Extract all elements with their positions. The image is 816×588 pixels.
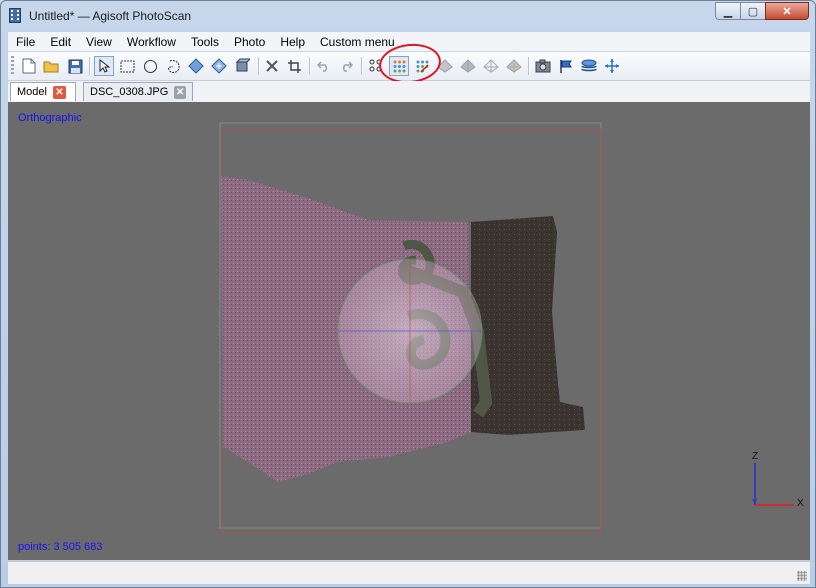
point-cloud-render [219,122,794,534]
new-icon[interactable] [19,56,39,76]
show-cameras-icon[interactable] [533,56,553,76]
toolbar-grip[interactable] [11,56,14,76]
menu-tools[interactable]: Tools [183,35,226,49]
tab-bar: Model ✕ DSC_0308.JPG ✕ [8,81,810,102]
menu-edit[interactable]: Edit [42,35,78,49]
model-viewport[interactable]: Orthographic Z Y X points: 3 505 683 [8,102,810,560]
navigation-icon[interactable] [94,56,114,76]
tab-label: Model [17,86,47,98]
axis-y-label: Y [752,498,758,507]
toolbar-separator [309,57,311,75]
tab-photo[interactable]: DSC_0308.JPG ✕ [83,82,193,101]
toolbar-separator [528,57,530,75]
app-icon [9,8,21,23]
textured-icon[interactable] [504,56,524,76]
menu-file[interactable]: File [8,35,42,49]
axis-x-label: X [797,498,804,509]
solid-icon[interactable] [458,56,478,76]
wireframe-icon[interactable] [481,56,501,76]
reset-view-icon[interactable] [602,56,622,76]
close-button[interactable]: ✕ [765,2,809,20]
move-region-icon[interactable] [209,56,229,76]
undo-icon[interactable] [314,56,334,76]
status-bar [8,561,810,584]
menu-workflow[interactable]: Workflow [119,35,183,49]
free-form-selection-icon[interactable] [163,56,183,76]
crop-selection-icon[interactable] [284,56,304,76]
projection-label: Orthographic [18,112,82,124]
window-title: Untitled* — Agisoft PhotoScan [29,9,192,23]
open-icon[interactable] [41,56,61,76]
toolbar-separator [89,57,91,75]
minimize-button[interactable]: ▁ [715,2,741,20]
axis-z-label: Z [752,451,759,462]
title-bar[interactable]: Untitled* — Agisoft PhotoScan ▁ ▢ ✕ [1,1,815,31]
menu-custom[interactable]: Custom menu [312,35,402,49]
menu-view[interactable]: View [78,35,119,49]
toolbar-separator [258,57,260,75]
maximize-button[interactable]: ▢ [740,2,766,20]
menu-help[interactable]: Help [272,35,312,49]
tab-model[interactable]: Model ✕ [10,82,76,101]
close-icon[interactable]: ✕ [174,85,186,99]
app-window: Untitled* — Agisoft PhotoScan ▁ ▢ ✕ File… [0,0,816,588]
delete-selection-icon[interactable] [262,56,282,76]
window-controls: ▁ ▢ ✕ [715,2,809,20]
redo-icon[interactable] [336,56,356,76]
close-icon[interactable]: ✕ [52,85,66,99]
toolbar-separator [361,57,363,75]
save-icon[interactable] [65,56,85,76]
circle-selection-icon[interactable] [140,56,160,76]
resize-grip[interactable] [797,571,807,581]
menu-photo[interactable]: Photo [226,35,272,49]
show-markers-icon[interactable] [556,56,576,76]
rectangle-selection-icon[interactable] [117,56,137,76]
tab-label: DSC_0308.JPG [90,86,169,98]
points-count: points: 3 505 683 [18,541,103,553]
show-shapes-icon[interactable] [579,56,599,76]
rotate-region-icon[interactable] [232,56,252,76]
resize-region-icon[interactable] [186,56,206,76]
